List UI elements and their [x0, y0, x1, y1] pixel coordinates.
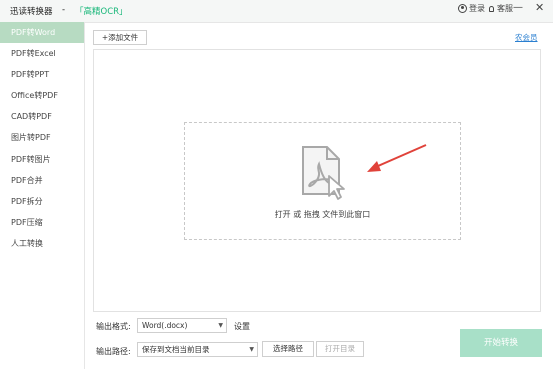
- pdf-file-icon: [302, 146, 345, 200]
- chevron-down-icon: ▼: [249, 346, 254, 353]
- sidebar-item-pdf-merge[interactable]: PDF合并: [0, 170, 84, 191]
- user-icon: [458, 4, 467, 13]
- sidebar-item-pdf-to-word[interactable]: PDF转Word: [0, 22, 84, 44]
- chevron-down-icon: ▼: [218, 322, 223, 329]
- sidebar-item-image-to-pdf[interactable]: 图片转PDF: [0, 127, 84, 148]
- output-path-label: 输出路径:: [96, 347, 131, 356]
- login-label: 登录: [469, 4, 485, 13]
- add-file-button[interactable]: +添加文件: [93, 30, 147, 45]
- minimize-button[interactable]: —: [513, 2, 523, 13]
- vip-link[interactable]: 农会员: [515, 32, 538, 43]
- title-separator: -: [62, 5, 66, 15]
- choose-path-button[interactable]: 选择路径: [262, 341, 314, 357]
- sidebar-item-pdf-to-ppt[interactable]: PDF转PPT: [0, 64, 84, 85]
- open-directory-button[interactable]: 打开目录: [316, 341, 364, 357]
- output-path-select[interactable]: 保存到文档当前目录 ▼: [137, 342, 258, 357]
- login-button[interactable]: 登录: [458, 3, 485, 14]
- sidebar-item-pdf-split[interactable]: PDF拆分: [0, 191, 84, 212]
- app-title: 迅读转换器: [10, 7, 53, 17]
- sidebar-item-office-to-pdf[interactable]: Office转PDF: [0, 85, 84, 106]
- output-format-label: 输出格式:: [96, 322, 131, 331]
- sidebar-item-pdf-to-image[interactable]: PDF转图片: [0, 149, 84, 170]
- service-label: 客服: [497, 4, 513, 13]
- customer-service-button[interactable]: 客服: [489, 3, 513, 14]
- sidebar-item-pdf-to-excel[interactable]: PDF转Excel: [0, 43, 84, 64]
- output-path-value: 保存到文档当前目录: [142, 345, 210, 354]
- drop-hint: 打开 或 拖拽 文件到此窗口: [274, 210, 371, 219]
- drop-zone[interactable]: 打开 或 拖拽 文件到此窗口: [184, 122, 461, 240]
- sidebar-item-manual-convert[interactable]: 人工转换: [0, 233, 84, 254]
- start-convert-button[interactable]: 开始转换: [460, 329, 542, 357]
- headset-icon: [489, 5, 494, 12]
- sidebar-item-cad-to-pdf[interactable]: CAD转PDF: [0, 106, 84, 127]
- settings-link[interactable]: 设置: [234, 321, 250, 332]
- ocr-tag[interactable]: 「高精OCR」: [75, 5, 128, 17]
- sidebar-item-pdf-compress[interactable]: PDF压缩: [0, 212, 84, 233]
- output-format-select[interactable]: Word(.docx) ▼: [137, 318, 227, 333]
- title-bar: 迅读转换器 - 「高精OCR」 登录 客服 — ✕: [0, 0, 553, 23]
- pointer-arrow-icon: [367, 144, 427, 172]
- sidebar: PDF转Word PDF转Excel PDF转PPT Office转PDF CA…: [0, 22, 85, 369]
- output-format-value: Word(.docx): [142, 321, 188, 330]
- close-button[interactable]: ✕: [535, 1, 544, 14]
